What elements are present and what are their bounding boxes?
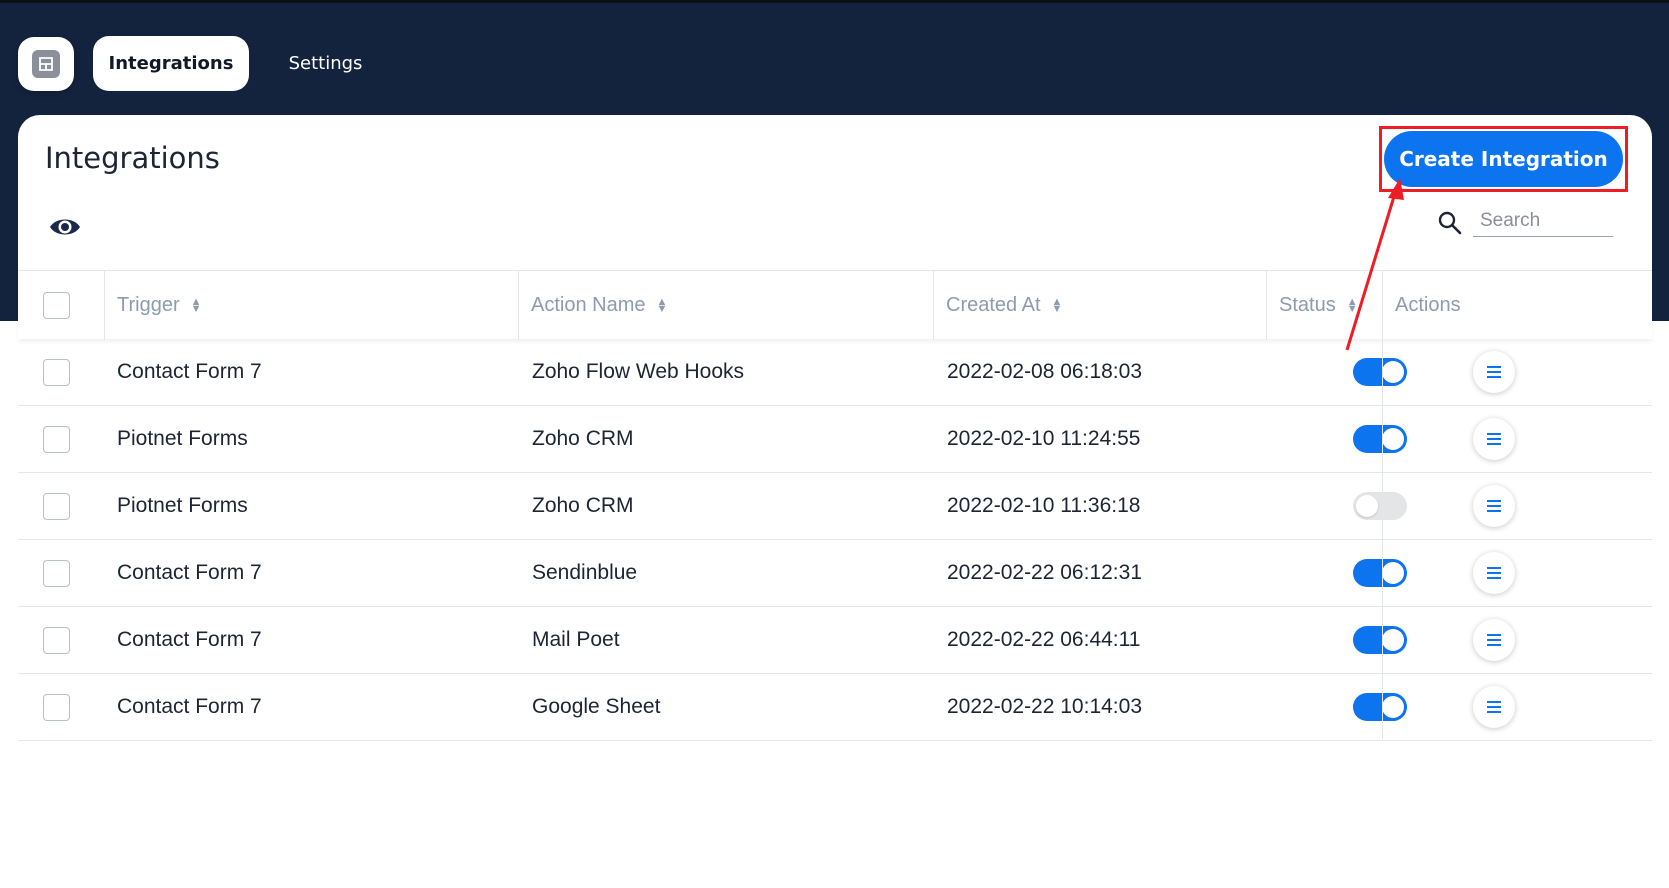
menu-lines-icon	[1487, 433, 1501, 445]
table-row: Piotnet Forms Zoho CRM 2022-02-10 11:36:…	[18, 473, 1652, 540]
create-integration-button[interactable]: Create Integration	[1384, 131, 1623, 187]
action-name-cell: Google Sheet	[532, 695, 661, 718]
created-at-cell: 2022-02-10 11:36:18	[947, 494, 1141, 517]
toggle-knob	[1382, 696, 1404, 718]
status-toggle[interactable]	[1353, 492, 1407, 520]
trigger-cell: Contact Form 7	[117, 561, 262, 584]
menu-lines-icon	[1487, 366, 1501, 378]
select-all-checkbox[interactable]	[43, 292, 70, 319]
app-logo-icon	[32, 50, 60, 78]
menu-lines-icon	[1487, 634, 1501, 646]
column-divider	[1382, 339, 1383, 739]
action-name-cell: Zoho CRM	[532, 427, 634, 450]
trigger-cell: Piotnet Forms	[117, 427, 248, 450]
table-row: Contact Form 7 Sendinblue 2022-02-22 06:…	[18, 540, 1652, 607]
row-checkbox[interactable]	[43, 426, 70, 453]
row-actions-button[interactable]	[1473, 351, 1515, 393]
search-input[interactable]	[1473, 205, 1613, 237]
trigger-cell: Piotnet Forms	[117, 494, 248, 517]
menu-lines-icon	[1487, 500, 1501, 512]
menu-lines-icon	[1487, 567, 1501, 579]
row-checkbox[interactable]	[43, 694, 70, 721]
status-toggle[interactable]	[1353, 559, 1407, 587]
column-header-trigger[interactable]: Trigger ▲ ▼	[104, 271, 518, 340]
toggle-knob	[1382, 562, 1404, 584]
trigger-cell: Contact Form 7	[117, 695, 262, 718]
action-name-cell: Zoho CRM	[532, 494, 634, 517]
eye-icon[interactable]	[48, 214, 82, 240]
toggle-knob	[1382, 361, 1404, 383]
column-header-action-name[interactable]: Action Name ▲ ▼	[518, 271, 933, 340]
created-at-cell: 2022-02-22 06:44:11	[947, 628, 1141, 651]
row-actions-button[interactable]	[1473, 485, 1515, 527]
trigger-cell: Contact Form 7	[117, 360, 262, 383]
created-at-cell: 2022-02-10 11:24:55	[947, 427, 1141, 450]
sort-icon[interactable]: ▲ ▼	[1347, 296, 1358, 314]
row-checkbox[interactable]	[43, 493, 70, 520]
integrations-panel: Integrations Create Integration Trigger …	[18, 115, 1652, 888]
row-actions-button[interactable]	[1473, 619, 1515, 661]
action-name-cell: Sendinblue	[532, 561, 638, 584]
created-at-cell: 2022-02-08 06:18:03	[947, 360, 1142, 383]
row-actions-button[interactable]	[1473, 686, 1515, 728]
action-name-cell: Mail Poet	[532, 628, 620, 651]
sort-icon[interactable]: ▲ ▼	[657, 296, 668, 314]
toggle-knob	[1382, 629, 1404, 651]
action-name-cell: Zoho Flow Web Hooks	[532, 360, 745, 383]
sort-icon[interactable]: ▲ ▼	[1052, 296, 1063, 314]
menu-lines-icon	[1487, 701, 1501, 713]
table-row: Contact Form 7 Zoho Flow Web Hooks 2022-…	[18, 339, 1652, 406]
status-toggle[interactable]	[1353, 358, 1407, 386]
row-checkbox[interactable]	[43, 627, 70, 654]
column-header-created-at[interactable]: Created At ▲ ▼	[933, 271, 1266, 340]
row-actions-button[interactable]	[1473, 418, 1515, 460]
tab-integrations[interactable]: Integrations	[93, 36, 249, 91]
row-checkbox[interactable]	[43, 359, 70, 386]
status-toggle[interactable]	[1353, 693, 1407, 721]
table-row: Piotnet Forms Zoho CRM 2022-02-10 11:24:…	[18, 406, 1652, 473]
page-title: Integrations	[45, 141, 220, 175]
tab-settings[interactable]: Settings	[268, 36, 383, 91]
toggle-knob	[1382, 428, 1404, 450]
created-at-cell: 2022-02-22 10:14:03	[947, 695, 1142, 718]
status-toggle[interactable]	[1353, 425, 1407, 453]
table-row: Contact Form 7 Mail Poet 2022-02-22 06:4…	[18, 607, 1652, 674]
table-row: Contact Form 7 Google Sheet 2022-02-22 1…	[18, 674, 1652, 741]
column-header-status[interactable]: Status ▲ ▼	[1266, 271, 1382, 340]
column-header-actions: Actions	[1395, 294, 1461, 316]
search-icon[interactable]	[1437, 210, 1463, 236]
row-checkbox[interactable]	[43, 560, 70, 587]
created-at-cell: 2022-02-22 06:12:31	[947, 561, 1142, 584]
row-actions-button[interactable]	[1473, 552, 1515, 594]
app-logo-button[interactable]	[18, 37, 74, 91]
toggle-knob	[1356, 495, 1378, 517]
sort-icon[interactable]: ▲ ▼	[191, 296, 202, 314]
table-header: Trigger ▲ ▼ Action Name ▲ ▼ Created At ▲ ▼ …	[18, 270, 1652, 340]
trigger-cell: Contact Form 7	[117, 628, 262, 651]
status-toggle[interactable]	[1353, 626, 1407, 654]
